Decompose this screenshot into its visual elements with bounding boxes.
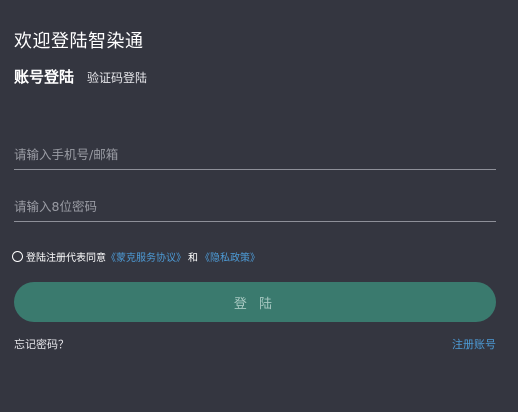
tab-account-login[interactable]: 账号登陆 [14,66,74,87]
tab-code-login[interactable]: 验证码登陆 [87,69,147,86]
password-field [14,191,496,222]
phone-email-field [14,139,496,170]
terms-link[interactable]: 《蒙克服务协议》 [106,249,186,264]
page-title: 欢迎登陆智染通 [14,31,144,52]
password-input[interactable] [14,191,496,221]
login-button[interactable]: 登 陆 [14,282,496,322]
login-tabs: 账号登陆 验证码登陆 [14,66,147,87]
agree-radio[interactable] [12,251,23,262]
privacy-link[interactable]: 《隐私政策》 [200,249,260,264]
forgot-password-link[interactable]: 忘记密码？ [14,336,69,352]
agreement-row: 登陆注册代表同意 《蒙克服务协议》 和 《隐私政策》 [12,249,260,264]
agreement-prefix: 登陆注册代表同意 [26,253,106,264]
agreement-and: 和 [188,253,198,264]
register-link[interactable]: 注册账号 [452,336,496,352]
phone-email-input[interactable] [14,139,496,169]
